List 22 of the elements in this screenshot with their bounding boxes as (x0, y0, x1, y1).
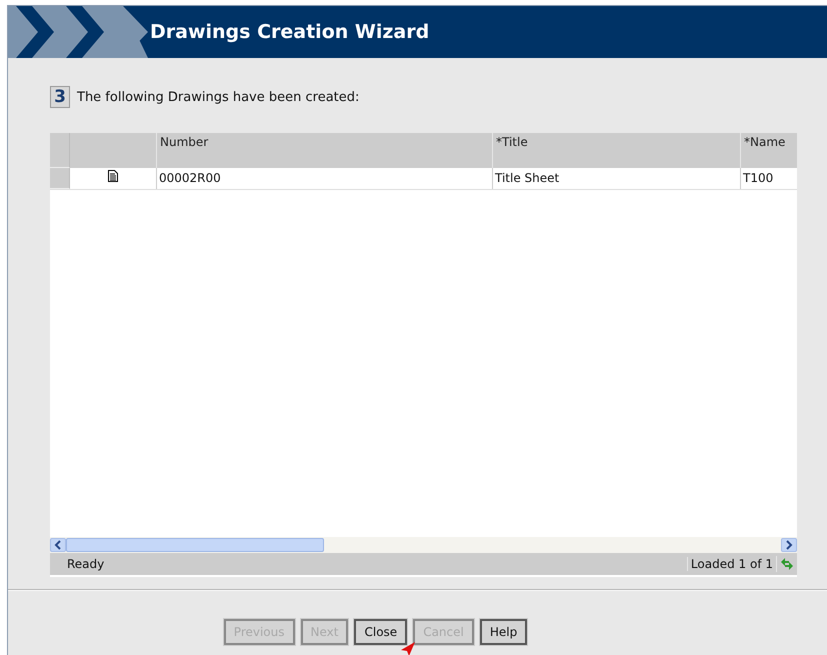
chevron-right-icon (785, 540, 793, 550)
column-header[interactable]: *Name (740, 133, 794, 168)
scroll-thumb[interactable] (66, 538, 324, 552)
window-title: Drawings Creation Wizard (150, 21, 430, 43)
table-cell: 00002R00 (156, 168, 492, 189)
column-header[interactable]: *Title (492, 133, 740, 168)
pointer-arrow-icon (401, 642, 417, 655)
scroll-right-button[interactable] (781, 538, 797, 552)
wizard-button[interactable]: Close (354, 619, 408, 645)
loaded-count: Loaded 1 of 1 (686, 557, 776, 571)
step-number: 3 (50, 86, 70, 108)
horizontal-scrollbar[interactable] (50, 537, 797, 553)
document-icon (108, 170, 118, 182)
table-cell: Title Sheet (492, 168, 740, 189)
row-header[interactable] (50, 168, 70, 189)
status-text: Ready (66, 557, 106, 571)
scroll-left-button[interactable] (50, 538, 66, 552)
wizard-button[interactable]: Help (480, 619, 528, 645)
table-cell: T100 (740, 168, 794, 189)
step-text: The following Drawings have been created: (77, 90, 360, 104)
chevron-left-icon (54, 540, 62, 550)
column-header[interactable]: Number (156, 133, 492, 168)
